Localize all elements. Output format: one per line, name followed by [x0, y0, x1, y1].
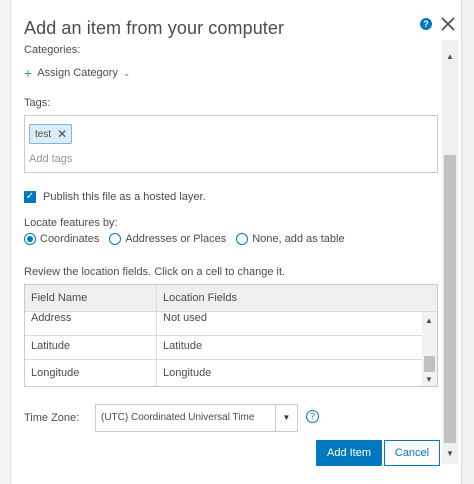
location-field-cell[interactable]: Longitude [156, 360, 422, 386]
radio-coordinates[interactable]: Coordinates [24, 233, 99, 245]
background-right [462, 0, 474, 484]
background-left [0, 0, 10, 484]
scrollbar-thumb[interactable] [444, 155, 456, 443]
chevron-down-icon: ⌄ [122, 67, 131, 78]
radio-label: None, add as table [252, 233, 345, 245]
assign-category-button[interactable]: + Assign Category ⌄ [24, 64, 131, 81]
radio-label: Coordinates [40, 233, 100, 245]
locate-label: Locate features by: [24, 217, 118, 229]
field-name-cell[interactable]: Latitude [25, 333, 156, 360]
table-row[interactable]: Longitude Longitude [25, 360, 422, 386]
tags-input[interactable]: test ✕ Add tags [24, 115, 438, 173]
radio-button[interactable] [109, 233, 122, 245]
dropdown-arrow-icon[interactable]: ▼ [275, 405, 297, 431]
tag-label: test [35, 128, 52, 140]
tags-placeholder[interactable]: Add tags [29, 153, 72, 165]
column-header-location-fields: Location Fields [156, 285, 422, 312]
scroll-down-arrow-icon[interactable]: ▼ [425, 375, 433, 384]
field-name-cell[interactable]: Address [25, 309, 156, 336]
review-label: Review the location fields. Click on a c… [24, 266, 286, 278]
table-row[interactable]: Address Not used [25, 309, 422, 336]
radio-button[interactable] [236, 233, 249, 245]
help-icon[interactable]: ? [420, 18, 432, 30]
table-row[interactable]: Latitude Latitude [25, 333, 422, 360]
timezone-help-icon[interactable]: ? [306, 410, 319, 423]
categories-label: Categories: [24, 44, 81, 56]
remove-tag-icon[interactable]: ✕ [57, 127, 67, 141]
timezone-value: (UTC) Coordinated Universal Time [101, 412, 255, 423]
add-item-dialog: Add an item from your computer ? Categor… [10, 0, 462, 484]
location-field-cell[interactable]: Not used [156, 309, 422, 336]
dialog-title: Add an item from your computer [24, 18, 285, 38]
radio-button-checked[interactable] [24, 233, 36, 245]
dialog-content: Categories: + Assign Category ⌄ Tags: te… [11, 40, 462, 440]
dialog-scrollbar[interactable]: ▲ ▼ [442, 40, 458, 464]
publish-label: Publish this file as a hosted layer. [43, 191, 206, 203]
table-scrollbar[interactable]: ▲ ▼ [422, 312, 437, 386]
table-header: Field Name Location Fields [25, 285, 437, 312]
add-item-button[interactable]: Add Item [316, 440, 382, 466]
field-name-cell[interactable]: Longitude [25, 360, 156, 386]
scrollbar-thumb[interactable] [424, 356, 435, 372]
timezone-select[interactable]: (UTC) Coordinated Universal Time ▼ [95, 404, 298, 432]
tag-chip: test ✕ [29, 124, 73, 144]
publish-option[interactable]: ✓ Publish this file as a hosted layer. [24, 191, 206, 203]
cancel-button[interactable]: Cancel [384, 440, 440, 466]
scroll-up-arrow-icon[interactable]: ▲ [446, 52, 454, 61]
tags-label: Tags: [24, 97, 51, 109]
radio-none[interactable]: None, add as table [236, 233, 345, 245]
scroll-down-arrow-icon[interactable]: ▼ [446, 449, 454, 458]
location-fields-table: Field Name Location Fields Address Not u… [24, 284, 438, 387]
publish-checkbox[interactable]: ✓ [24, 191, 36, 203]
radio-addresses[interactable]: Addresses or Places [109, 233, 226, 245]
timezone-label: Time Zone: [24, 412, 80, 424]
location-field-cell[interactable]: Latitude [156, 333, 422, 360]
scroll-up-arrow-icon[interactable]: ▲ [425, 316, 433, 325]
plus-icon: + [24, 64, 33, 81]
assign-category-label: Assign Category [37, 67, 118, 79]
radio-label: Addresses or Places [125, 233, 227, 245]
close-icon[interactable] [439, 15, 457, 33]
locate-options: Coordinates Addresses or Places None, ad… [24, 233, 355, 245]
column-header-field-name: Field Name [31, 292, 88, 304]
